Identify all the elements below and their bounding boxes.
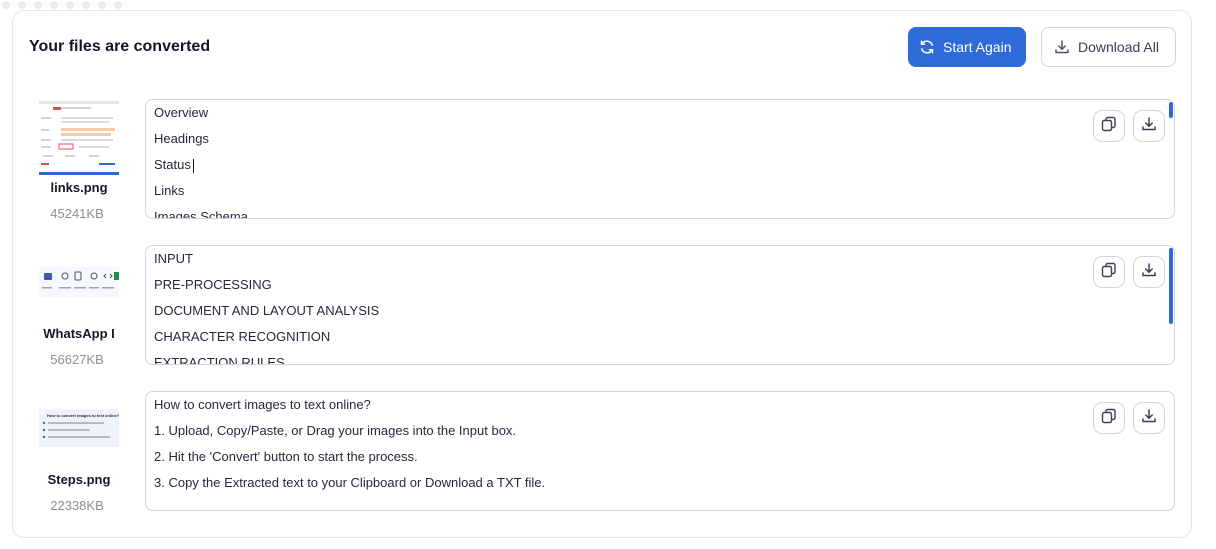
text-line: PRE-PROCESSING xyxy=(154,277,272,292)
copy-button[interactable] xyxy=(1093,256,1125,288)
file-row: WhatsApp I 56627KB INPUT PRE-PROCESSING … xyxy=(13,245,1193,367)
file-size: 56627KB xyxy=(50,352,104,367)
file-thumbnail xyxy=(39,99,119,175)
download-icon xyxy=(1141,262,1157,283)
text-cursor xyxy=(192,158,194,173)
file-thumbnail: How to convert images to text online? xyxy=(39,409,119,447)
copy-button[interactable] xyxy=(1093,110,1125,142)
download-icon xyxy=(1141,116,1157,137)
text-line: Images Schema xyxy=(154,209,248,219)
copy-icon xyxy=(1100,261,1118,284)
download-button[interactable] xyxy=(1133,256,1165,288)
file-row: How to convert images to text online? St… xyxy=(13,391,1193,513)
download-icon xyxy=(1141,408,1157,429)
file-row: links.png 45241KB Overview Headings Stat… xyxy=(13,99,1193,221)
copy-button[interactable] xyxy=(1093,402,1125,434)
text-line: Status xyxy=(154,157,1074,183)
thumbnail-title: How to convert images to text online? xyxy=(47,413,119,418)
text-line: Headings xyxy=(154,131,209,146)
start-again-label: Start Again xyxy=(943,39,1012,55)
text-line: Overview xyxy=(154,105,209,120)
text-line: Links xyxy=(154,183,185,198)
copy-icon xyxy=(1100,115,1118,138)
loading-dots xyxy=(2,1,122,9)
scrollbar[interactable] xyxy=(1169,248,1173,324)
file-size: 45241KB xyxy=(50,206,104,221)
text-line: 2. Hit the 'Convert' button to start the… xyxy=(154,449,418,464)
file-name: Steps.png xyxy=(47,472,111,487)
download-button[interactable] xyxy=(1133,402,1165,434)
text-line: INPUT xyxy=(154,251,193,266)
download-button[interactable] xyxy=(1133,110,1165,142)
download-all-label: Download All xyxy=(1078,39,1159,55)
text-line: 1. Upload, Copy/Paste, or Drag your imag… xyxy=(154,423,517,438)
text-line: EXTRACTION RULES xyxy=(154,355,285,365)
file-name: links.png xyxy=(50,180,108,195)
refresh-icon xyxy=(919,39,935,55)
text-line: DOCUMENT AND LAYOUT ANALYSIS xyxy=(154,303,380,318)
download-all-button[interactable]: Download All xyxy=(1041,27,1176,67)
text-line: 3. Copy the Extracted text to your Clipb… xyxy=(154,475,546,490)
file-thumbnail xyxy=(39,267,119,297)
text-line: CHARACTER RECOGNITION xyxy=(154,329,331,344)
copy-icon xyxy=(1100,407,1118,430)
extracted-text-box[interactable]: How to convert images to text online? 1.… xyxy=(145,391,1175,511)
page-title: Your files are converted xyxy=(29,38,211,55)
extracted-text-box[interactable]: Overview Headings Status Links Images Sc… xyxy=(145,99,1175,219)
start-again-button[interactable]: Start Again xyxy=(908,27,1026,67)
results-panel: Your files are converted Start Again Dow… xyxy=(12,10,1192,538)
extracted-text-box[interactable]: INPUT PRE-PROCESSING DOCUMENT AND LAYOUT… xyxy=(145,245,1175,365)
file-name: WhatsApp I xyxy=(43,326,115,341)
scrollbar[interactable] xyxy=(1169,102,1173,118)
text-line: How to convert images to text online? xyxy=(154,397,371,412)
file-size: 22338KB xyxy=(50,498,104,513)
download-icon xyxy=(1054,39,1070,55)
